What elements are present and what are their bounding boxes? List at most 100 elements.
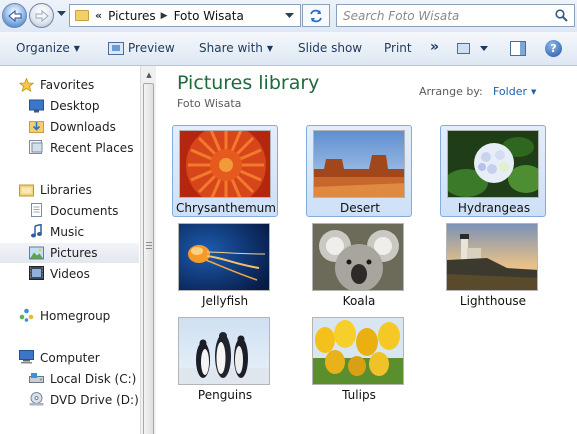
arrow-left-icon (7, 9, 21, 22)
nav-label-homegroup: Homegroup (40, 309, 111, 323)
dvd-drive-icon (29, 392, 44, 406)
nav-favorites[interactable]: Favorites (0, 75, 139, 95)
thumbnail-tulips (312, 317, 404, 385)
file-name: Desert (340, 201, 380, 215)
file-tile-penguins[interactable]: Penguins (172, 313, 278, 405)
thumbnail-koala (312, 223, 404, 291)
nav-libraries[interactable]: Libraries (0, 180, 139, 200)
thumbnail-desert (313, 130, 405, 198)
help-icon[interactable]: ? (545, 40, 562, 57)
organize-button[interactable]: Organize ▼ (16, 41, 80, 55)
organize-label: Organize (16, 41, 70, 55)
local-disk-icon (29, 373, 44, 383)
music-icon (31, 224, 42, 238)
desktop-icon (29, 99, 44, 113)
chevron-down-icon: ▼ (531, 88, 537, 96)
nav-homegroup[interactable]: Homegroup (0, 306, 139, 326)
recent-pages-dropdown-icon[interactable] (57, 11, 66, 17)
nav-label-recent-places: Recent Places (50, 141, 134, 155)
breadcrumb-overflow[interactable]: « (95, 9, 102, 22)
thumbnail-penguins (178, 317, 270, 385)
thumbnail-lighthouse (446, 223, 538, 291)
file-name: Lighthouse (459, 294, 527, 308)
preview-icon (108, 42, 124, 55)
nav-label-local-disk: Local Disk (C:) (50, 372, 137, 386)
computer-icon (19, 350, 34, 364)
folder-icon (75, 10, 89, 21)
search-input[interactable]: Search Foto Wisata (336, 4, 575, 27)
file-tile-desert[interactable]: Desert (306, 125, 412, 217)
address-box[interactable]: « Pictures ▶ Foto Wisata (69, 4, 301, 27)
file-tile-jellyfish[interactable]: Jellyfish (172, 219, 278, 311)
nav-label-desktop: Desktop (50, 99, 100, 113)
downloads-folder-icon (29, 121, 44, 133)
pictures-icon (29, 246, 44, 260)
address-dropdown-icon[interactable] (285, 13, 294, 19)
homegroup-icon (19, 308, 34, 322)
scrollbar-thumb[interactable] (143, 83, 154, 434)
chevron-down-icon: ▼ (73, 44, 80, 53)
search-placeholder: Search Foto Wisata (343, 9, 460, 23)
change-view-icon[interactable] (457, 43, 470, 54)
file-tile-lighthouse[interactable]: Lighthouse (440, 219, 546, 311)
nav-item-dvd-drive[interactable]: DVD Drive (D:) CD (0, 390, 143, 410)
search-icon[interactable] (555, 9, 568, 22)
refresh-button[interactable] (302, 4, 330, 27)
breadcrumb-foto-wisata[interactable]: Foto Wisata (174, 9, 244, 23)
star-icon (19, 78, 34, 92)
thumbnail-chrysanthemum (179, 130, 271, 198)
libraries-icon (19, 184, 34, 197)
recent-places-icon (29, 140, 43, 154)
nav-label-videos: Videos (50, 267, 90, 281)
slide-show-button[interactable]: Slide show (298, 41, 362, 55)
nav-label-computer: Computer (40, 351, 100, 365)
more-commands-button[interactable]: » (430, 39, 439, 55)
arrange-by-dropdown[interactable]: Folder ▼ (493, 85, 536, 98)
scroll-up-arrow-icon[interactable]: ▲ (141, 66, 157, 83)
file-tile-hydrangeas[interactable]: Hydrangeas (440, 125, 546, 217)
nav-item-recent-places[interactable]: Recent Places (0, 138, 139, 158)
file-tile-tulips[interactable]: Tulips (306, 313, 412, 405)
nav-item-music[interactable]: Music (0, 222, 139, 242)
nav-pane-scrollbar[interactable]: ▲ (140, 66, 156, 434)
scroll-grip (146, 242, 152, 243)
library-subtitle: Foto Wisata (177, 97, 242, 110)
nav-label-downloads: Downloads (50, 120, 116, 134)
nav-label-documents: Documents (50, 204, 119, 218)
nav-item-desktop[interactable]: Desktop (0, 96, 139, 116)
file-name: Hydrangeas (457, 201, 531, 215)
nav-label-libraries: Libraries (40, 183, 92, 197)
nav-item-pictures[interactable]: Pictures (0, 243, 139, 263)
address-bar-row: « Pictures ▶ Foto Wisata Search Foto Wis… (0, 0, 577, 32)
nav-item-downloads[interactable]: Downloads (0, 117, 139, 137)
file-tile-chrysanthemum[interactable]: Chrysanthemum (172, 125, 278, 217)
nav-label-favorites: Favorites (40, 78, 95, 92)
preview-button[interactable]: Preview (128, 41, 175, 55)
forward-button[interactable] (29, 3, 54, 28)
scroll-grip (146, 245, 152, 246)
preview-pane-icon[interactable] (510, 41, 526, 56)
breadcrumb-pictures[interactable]: Pictures (108, 9, 156, 23)
command-bar: Organize ▼ Preview Share with ▼ Slide show… (0, 32, 577, 66)
breadcrumb-separator-icon[interactable]: ▶ (161, 11, 168, 21)
nav-item-videos[interactable]: Videos (0, 264, 139, 284)
nav-computer[interactable]: Computer (0, 348, 139, 368)
nav-item-documents[interactable]: Documents (0, 201, 139, 221)
scroll-grip (146, 248, 152, 249)
thumbnail-jellyfish (178, 223, 270, 291)
back-button[interactable] (2, 3, 27, 28)
file-tile-koala[interactable]: Koala (306, 219, 412, 311)
print-button[interactable]: Print (384, 41, 412, 55)
view-options-dropdown-icon[interactable] (480, 46, 488, 51)
file-name: Chrysanthemum (176, 201, 276, 215)
share-with-label: Share with (199, 41, 263, 55)
file-name: Tulips (342, 388, 376, 402)
nav-label-dvd-drive: DVD Drive (D:) CD (50, 393, 143, 407)
file-name: Jellyfish (201, 294, 249, 308)
nav-label-pictures: Pictures (50, 246, 98, 260)
navigation-pane: Favorites Desktop Downloads Recent Place… (0, 66, 143, 434)
file-list-pane: Pictures library Foto Wisata Arrange by:… (157, 66, 577, 434)
documents-icon (31, 203, 42, 217)
nav-item-local-disk[interactable]: Local Disk (C:) (0, 369, 139, 389)
share-with-button[interactable]: Share with ▼ (199, 41, 273, 55)
